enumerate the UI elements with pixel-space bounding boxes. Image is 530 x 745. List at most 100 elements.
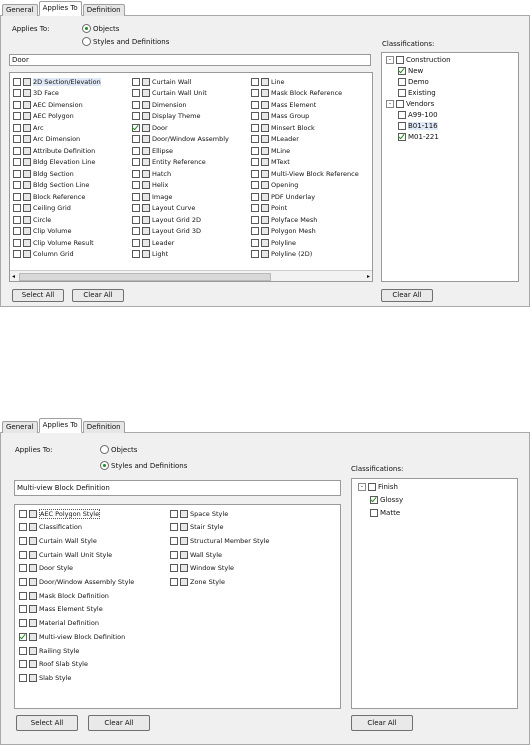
checkbox[interactable] — [251, 250, 259, 258]
list-item-mask-block-reference[interactable]: Mask Block Reference — [251, 88, 342, 99]
clear-all-classifications-button[interactable]: Clear All — [381, 289, 433, 302]
clear-all-button[interactable]: Clear All — [88, 715, 150, 731]
checkbox[interactable] — [13, 77, 21, 86]
checkbox[interactable] — [370, 496, 378, 504]
checkbox[interactable] — [19, 591, 27, 600]
checkbox[interactable] — [170, 509, 178, 518]
list-item-slab-style[interactable]: Slab Style — [19, 672, 71, 683]
checkbox[interactable] — [19, 550, 27, 559]
list-item-bldg-elevation-line[interactable]: Bldg Elevation Line — [13, 157, 95, 168]
list-item-layout-grid-2d[interactable]: Layout Grid 2D — [132, 214, 201, 225]
clear-all-classifications-button[interactable]: Clear All — [351, 715, 413, 731]
list-item-mleader[interactable]: MLeader — [251, 134, 299, 145]
checkbox[interactable] — [13, 123, 21, 132]
radio-button[interactable] — [100, 461, 109, 470]
checkbox[interactable] — [19, 619, 27, 628]
checkbox[interactable] — [170, 536, 178, 545]
list-item-3d-face[interactable]: 3D Face — [13, 88, 59, 99]
checkbox[interactable] — [132, 158, 140, 166]
checkbox[interactable] — [19, 673, 27, 682]
list-item-circle[interactable]: Circle — [13, 214, 51, 225]
checkbox[interactable] — [13, 100, 21, 109]
tab-general[interactable]: General — [2, 4, 38, 16]
select-all-button[interactable]: Select All — [16, 715, 78, 731]
tab-applies-to[interactable]: Applies To — [38, 418, 82, 433]
checkbox[interactable] — [132, 100, 140, 109]
scroll-thumb[interactable] — [19, 273, 271, 281]
list-item-curtain-wall-unit-style[interactable]: Curtain Wall Unit Style — [19, 549, 112, 560]
style-type-list[interactable]: AEC Polygon Style Classification Curtain W… — [14, 504, 341, 709]
checkbox[interactable] — [132, 89, 140, 97]
list-item-dimension[interactable]: Dimension — [132, 99, 187, 110]
radio-button[interactable] — [82, 37, 91, 46]
radio-button[interactable] — [82, 24, 91, 33]
list-item-aec-polygon-style[interactable]: AEC Polygon Style — [19, 508, 101, 519]
checkbox[interactable] — [132, 215, 140, 224]
list-item-ellipse[interactable]: Ellipse — [132, 145, 173, 156]
checkbox[interactable] — [13, 135, 21, 143]
checkbox[interactable] — [13, 146, 21, 155]
scroll-right-arrow[interactable]: ▸ — [367, 273, 370, 280]
list-item-opening[interactable]: Opening — [251, 180, 298, 191]
list-item-hatch[interactable]: Hatch — [132, 168, 171, 179]
list-item-door[interactable]: Door — [132, 122, 168, 133]
list-item-polygon-mesh[interactable]: Polygon Mesh — [251, 226, 316, 237]
list-item-mtext[interactable]: MText — [251, 157, 290, 168]
checkbox[interactable] — [132, 135, 140, 143]
checkbox[interactable] — [13, 250, 21, 258]
list-item-aec-dimension[interactable]: AEC Dimension — [13, 99, 83, 110]
list-item-bldg-section-line[interactable]: Bldg Section Line — [13, 180, 89, 191]
radio-styles-definitions[interactable]: Styles and Definitions — [82, 37, 169, 46]
collapse-icon[interactable]: - — [386, 56, 394, 64]
list-item-space-style[interactable]: Space Style — [170, 508, 228, 519]
list-item-material-definition[interactable]: Material Definition — [19, 618, 99, 629]
checkbox[interactable] — [13, 192, 21, 201]
tree-node-vendors[interactable]: - Vendors — [386, 100, 434, 108]
list-item-line[interactable]: Line — [251, 76, 285, 87]
checkbox[interactable] — [132, 112, 140, 120]
checkbox[interactable] — [132, 123, 140, 132]
checkbox[interactable] — [132, 204, 140, 212]
list-item-mass-group[interactable]: Mass Group — [251, 111, 309, 122]
checkbox[interactable] — [170, 564, 178, 573]
collapse-icon[interactable]: - — [358, 483, 366, 491]
checkbox[interactable] — [13, 89, 21, 97]
list-item-block-reference[interactable]: Block Reference — [13, 191, 85, 202]
radio-objects[interactable]: Objects — [100, 445, 137, 454]
list-item-mass-element[interactable]: Mass Element — [251, 99, 316, 110]
checkbox[interactable] — [251, 135, 259, 143]
list-item-polyline-2d[interactable]: Polyline (2D) — [251, 249, 312, 260]
list-item-door-style[interactable]: Door Style — [19, 563, 73, 574]
collapse-icon[interactable]: - — [386, 100, 394, 108]
checkbox[interactable] — [251, 146, 259, 155]
checkbox[interactable] — [251, 204, 259, 212]
tab-applies-to[interactable]: Applies To — [38, 1, 82, 16]
checkbox[interactable] — [396, 100, 404, 108]
tree-node-construction[interactable]: - Construction — [386, 56, 451, 64]
list-item-attribute-definition[interactable]: Attribute Definition — [13, 145, 95, 156]
list-item-leader[interactable]: Leader — [132, 237, 174, 248]
checkbox[interactable] — [398, 133, 406, 141]
checkbox[interactable] — [170, 550, 178, 559]
clear-all-button[interactable]: Clear All — [72, 289, 124, 302]
list-item-mass-element-style[interactable]: Mass Element Style — [19, 604, 103, 615]
list-item-multi-view-block-definition[interactable]: Multi-view Block Definition — [19, 631, 125, 642]
checkbox[interactable] — [251, 192, 259, 201]
list-item-polyline[interactable]: Polyline — [251, 237, 296, 248]
classifications-tree[interactable]: - Construction New Demo Existing - Vendors A99-… — [381, 52, 519, 282]
checkbox[interactable] — [132, 146, 140, 155]
checkbox[interactable] — [170, 523, 178, 532]
list-item-image[interactable]: Image — [132, 191, 172, 202]
tab-definition[interactable]: Definition — [82, 421, 125, 433]
tree-node-existing[interactable]: Existing — [398, 89, 436, 97]
select-all-button[interactable]: Select All — [12, 289, 64, 302]
list-item-zone-style[interactable]: Zone Style — [170, 577, 225, 588]
checkbox[interactable] — [19, 660, 27, 669]
checkbox[interactable] — [132, 77, 140, 86]
list-item-roof-slab-style[interactable]: Roof Slab Style — [19, 659, 88, 670]
list-item-railing-style[interactable]: Railing Style — [19, 645, 79, 656]
checkbox[interactable] — [132, 238, 140, 247]
checkbox[interactable] — [19, 578, 27, 586]
list-item-window-style[interactable]: Window Style — [170, 563, 234, 574]
list-item-clip-volume-result[interactable]: Clip Volume Result — [13, 237, 94, 248]
